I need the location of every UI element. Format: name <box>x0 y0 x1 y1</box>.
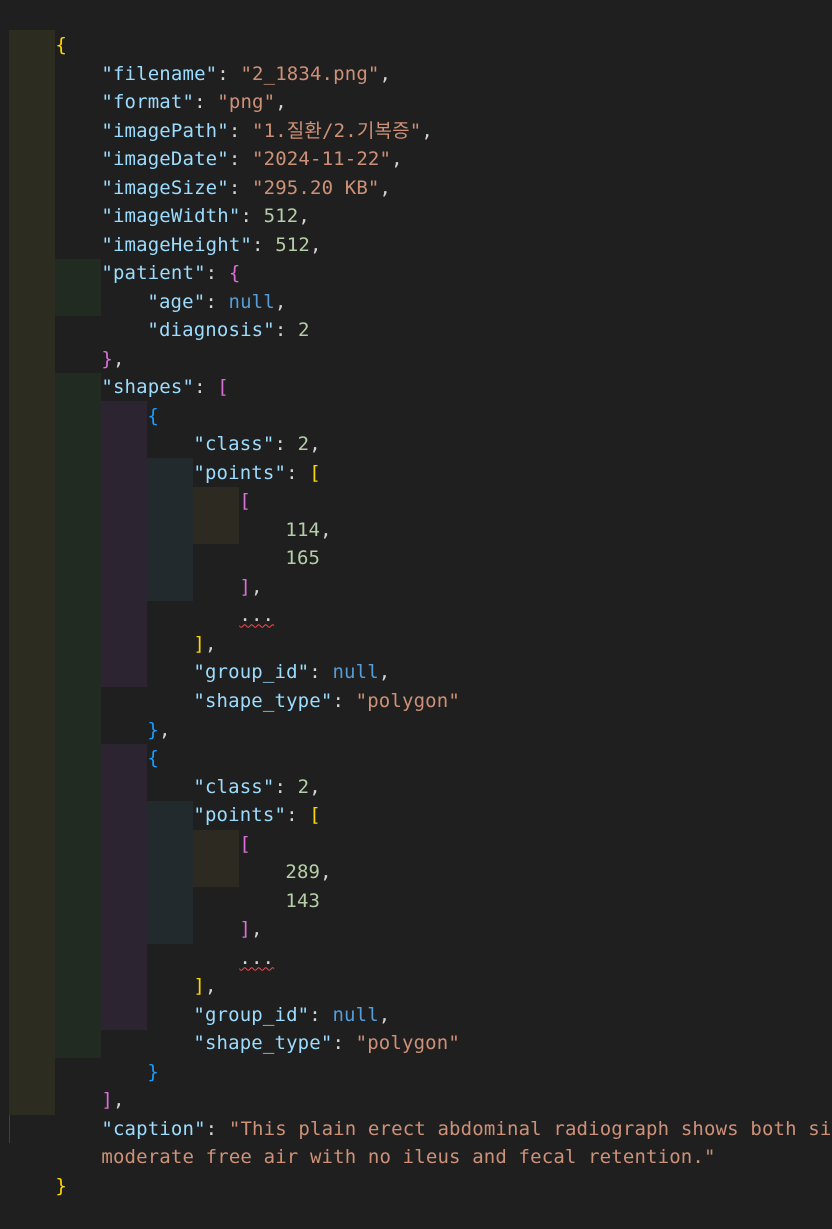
code-line-points: "points": [ <box>193 461 321 484</box>
code-line-format: "format": "png", <box>101 90 287 113</box>
code-line-point-y: 165 <box>239 515 320 569</box>
json-number-value: 165 <box>285 546 321 569</box>
json-key: "shape_type" <box>193 1031 333 1054</box>
code-line-shape-type: "shape_type": "polygon" <box>193 1031 460 1054</box>
code-line-point-x: 114, <box>285 518 332 541</box>
code-line-point-y: 143 <box>239 858 320 912</box>
code-line-imageheight: "imageHeight": 512, <box>101 233 322 256</box>
code-line-imagewidth: "imageWidth": 512, <box>101 204 310 227</box>
code-line: [ <box>239 832 251 855</box>
code-line-imagepath: "imagePath": "1.질환/2.기복증", <box>101 119 433 142</box>
code-line-diagnosis: "diagnosis": 2 <box>147 318 310 341</box>
json-number-value: 512 <box>275 233 310 256</box>
code-line-shape-type: "shape_type": "polygon" <box>193 689 460 712</box>
code-line-class: "class": 2, <box>193 432 321 455</box>
code-line-imagesize: "imageSize": "295.20 KB", <box>101 176 392 199</box>
code-line: ], <box>239 575 263 598</box>
code-line: { <box>147 746 159 769</box>
code-editor[interactable]: { "filename": "2_1834.png", "format": "p… <box>0 0 832 1197</box>
code-line: ], <box>193 632 217 655</box>
code-line: } <box>147 1060 159 1083</box>
code-line-point-x: 289, <box>285 860 332 883</box>
code-line: ], <box>193 974 217 997</box>
code-line: [ <box>239 489 251 512</box>
code-line-caption: "caption": "This plain erect abdominal r… <box>55 1086 832 1140</box>
indent-guide-shapes <box>55 373 101 1058</box>
code-line: }, <box>101 347 125 370</box>
json-key: "shape_type" <box>193 689 333 712</box>
indent-guide-line <box>9 1115 10 1143</box>
code-line-shapes: "shapes": [ <box>101 375 229 398</box>
code-line-filename: "filename": "2_1834.png", <box>101 62 392 85</box>
json-key: "diagnosis" <box>147 318 275 341</box>
code-line-imagedate: "imageDate": "2024-11-22", <box>101 147 403 170</box>
code-line-patient: "patient": { <box>101 261 241 284</box>
code-line-points: "points": [ <box>193 803 321 826</box>
code-line: ], <box>101 1088 125 1111</box>
code-line-folded[interactable]: ... <box>193 572 274 626</box>
code-line: ], <box>239 917 263 940</box>
code-line: { <box>9 2 67 56</box>
code-line-group-id: "group_id": null, <box>193 1003 391 1026</box>
code-line-folded[interactable]: ... <box>193 915 274 969</box>
code-line-group-id: "group_id": null, <box>193 660 391 683</box>
code-line: }, <box>147 718 171 741</box>
json-number-value: 2 <box>298 318 310 341</box>
json-string-value: moderate free air with no ileus and feca… <box>101 1145 716 1168</box>
folded-ellipsis[interactable]: ... <box>239 604 274 626</box>
json-number-value: 143 <box>285 889 321 912</box>
json-string-value: "polygon" <box>355 689 460 712</box>
folded-ellipsis[interactable]: ... <box>239 947 274 969</box>
code-line-caption-wrap: moderate free air with no ileus and feca… <box>55 1114 716 1168</box>
indent-guide-level1 <box>9 30 55 1115</box>
code-line-age: "age": null, <box>147 290 287 313</box>
code-line-class: "class": 2, <box>193 775 321 798</box>
close-brace: } <box>55 1174 67 1197</box>
json-string-value: "polygon" <box>355 1031 460 1054</box>
code-line: } <box>9 1143 67 1197</box>
code-line: { <box>147 404 159 427</box>
